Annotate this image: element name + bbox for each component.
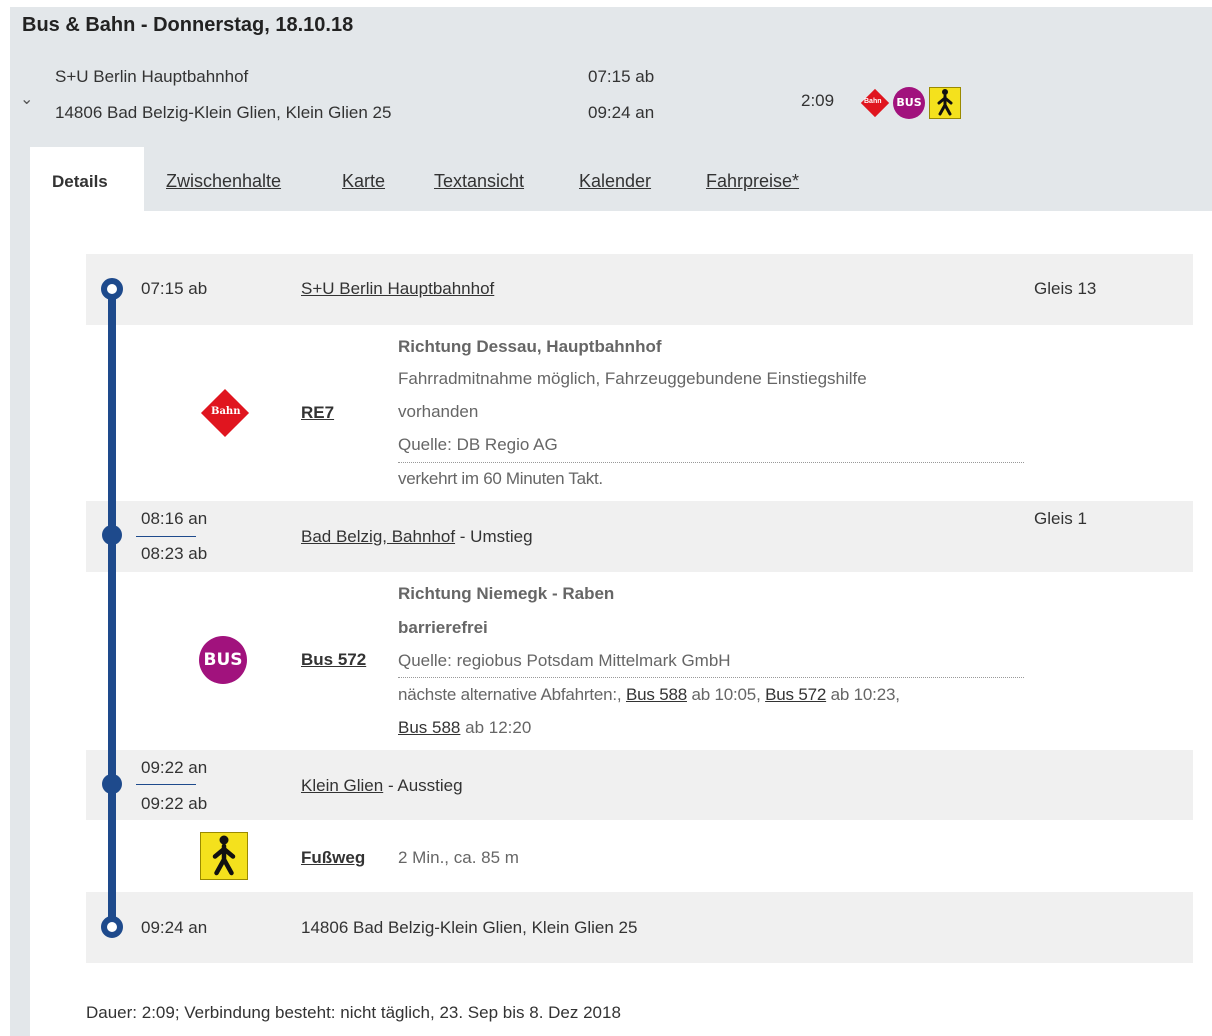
summary-departure: 07:15 ab bbox=[588, 67, 655, 86]
connection-card: Bus & Bahn - Donnerstag, 18.10.18 ⌄ S+U … bbox=[10, 7, 1212, 1036]
connection-summary[interactable]: ⌄ S+U Berlin Hauptbahnhof 14806 Bad Belz… bbox=[10, 61, 1212, 141]
stop-row-transfer bbox=[86, 501, 1193, 572]
stop2-departure: 08:23 ab bbox=[141, 544, 208, 563]
leg2-divider bbox=[398, 677, 1024, 678]
leg2-line-link[interactable]: Bus 572 bbox=[301, 650, 366, 670]
walk-link[interactable]: Fußweg bbox=[301, 848, 365, 868]
leg2-source: Quelle: regiobus Potsdam Mittelmark GmbH bbox=[398, 651, 731, 670]
leg1-divider bbox=[398, 462, 1024, 463]
stop2-station: Bad Belzig, Bahnhof - Umstieg bbox=[301, 527, 533, 546]
leg1-line-link[interactable]: RE7 bbox=[301, 403, 334, 423]
tab-karte[interactable]: Karte bbox=[342, 171, 385, 192]
stop1-time: 07:15 ab bbox=[141, 279, 208, 298]
leg2-access: barrierefrei bbox=[398, 618, 488, 637]
stop2-arrival: 08:16 an bbox=[141, 509, 208, 528]
start-node-icon bbox=[101, 278, 123, 300]
tab-zwischenhalte[interactable]: Zwischenhalte bbox=[166, 171, 281, 192]
alt-link-bus-572[interactable]: Bus 572 bbox=[765, 685, 826, 704]
tab-fahrpreise[interactable]: Fahrpreise* bbox=[706, 171, 799, 192]
leg1-info1: Fahrradmitnahme möglich, Fahrzeuggebunde… bbox=[398, 369, 867, 388]
summary-from: S+U Berlin Hauptbahnhof bbox=[55, 67, 249, 86]
tab-textansicht[interactable]: Textansicht bbox=[434, 171, 524, 192]
bahn-icon-label: Bahn bbox=[211, 406, 241, 417]
stop-row-exit bbox=[86, 750, 1193, 820]
stop1-platform: Gleis 13 bbox=[1034, 279, 1097, 298]
summary-duration: 2:09 bbox=[801, 91, 835, 110]
stop4-station: 14806 Bad Belzig-Klein Glien, Klein Glie… bbox=[301, 918, 638, 937]
route-line bbox=[108, 284, 116, 918]
leg1-info2: vorhanden bbox=[398, 402, 479, 421]
summary-icons: Bahn BUS bbox=[860, 87, 961, 119]
summary-to: 14806 Bad Belzig-Klein Glien, Klein Glie… bbox=[55, 103, 392, 122]
leg1-source: Quelle: DB Regio AG bbox=[398, 435, 558, 454]
walk-icon bbox=[200, 832, 248, 880]
stop1-station-link[interactable]: S+U Berlin Hauptbahnhof bbox=[301, 279, 494, 299]
tab-kalender[interactable]: Kalender bbox=[579, 171, 651, 192]
chevron-down-icon[interactable]: ⌄ bbox=[20, 90, 33, 110]
tab-details[interactable]: Details bbox=[30, 147, 144, 211]
alt-link-bus-588-2[interactable]: Bus 588 bbox=[398, 718, 460, 737]
exit-node-icon bbox=[102, 774, 122, 794]
connection-title: Bus & Bahn - Donnerstag, 18.10.18 bbox=[22, 14, 354, 36]
stop2-platform: Gleis 1 bbox=[1034, 509, 1087, 528]
stop3-arrival: 09:22 an bbox=[141, 758, 208, 777]
stop2-time-divider bbox=[136, 536, 196, 537]
bahn-icon: Bahn bbox=[860, 88, 890, 118]
walk-icon bbox=[929, 87, 961, 119]
stop-row-start bbox=[86, 254, 1193, 325]
destination-node-icon bbox=[101, 916, 123, 938]
stop4-time: 09:24 an bbox=[141, 918, 208, 937]
bus-icon: BUS bbox=[893, 87, 925, 119]
leg2-alternatives-2: Bus 588 ab 12:20 bbox=[398, 718, 532, 737]
tab-bar: Details Zwischenhalte Karte Textansicht … bbox=[30, 147, 1212, 211]
stop3-station-link[interactable]: Klein Glien bbox=[301, 776, 383, 795]
stop3-departure: 09:22 ab bbox=[141, 794, 208, 813]
leg1-direction: Richtung Dessau, Hauptbahnhof bbox=[398, 337, 662, 356]
leg2-alternatives: nächste alternative Abfahrten:, Bus 588 … bbox=[398, 685, 900, 704]
stop2-station-link[interactable]: Bad Belzig, Bahnhof bbox=[301, 527, 455, 546]
walk-info: 2 Min., ca. 85 m bbox=[398, 848, 519, 867]
bus-icon: BUS bbox=[199, 636, 247, 684]
stop3-station: Klein Glien - Ausstieg bbox=[301, 776, 463, 795]
details-panel: Details Zwischenhalte Karte Textansicht … bbox=[30, 147, 1212, 1036]
stop3-time-divider bbox=[136, 784, 196, 785]
stop-row-destination bbox=[86, 892, 1193, 963]
leg2-direction: Richtung Niemegk - Raben bbox=[398, 584, 615, 603]
transfer-node-icon bbox=[102, 525, 122, 545]
summary-arrival: 09:24 an bbox=[588, 103, 655, 122]
connection-footer: Dauer: 2:09; Verbindung besteht: nicht t… bbox=[86, 1003, 621, 1022]
alt-link-bus-588[interactable]: Bus 588 bbox=[626, 685, 687, 704]
leg1-note: verkehrt im 60 Minuten Takt. bbox=[398, 469, 603, 488]
